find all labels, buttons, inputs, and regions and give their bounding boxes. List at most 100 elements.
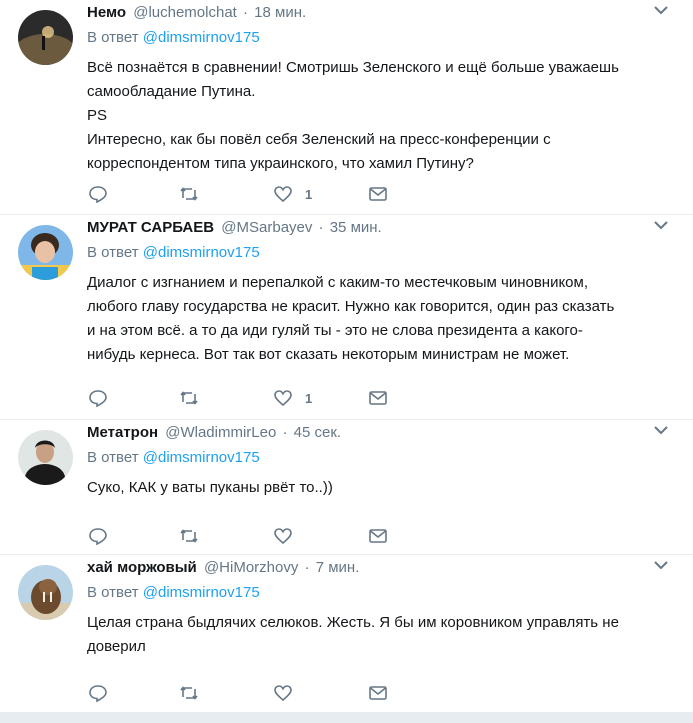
like-button[interactable] [273, 682, 305, 704]
like-button[interactable]: 1 [273, 183, 312, 205]
reply-mention-link[interactable]: @dimsmirnov175 [143, 584, 260, 601]
separator-dot: · [243, 4, 248, 21]
reply-button[interactable] [88, 387, 108, 409]
reply-prefix: В ответ [87, 244, 139, 261]
reply-icon [89, 390, 107, 408]
timestamp[interactable]: 35 мин. [330, 219, 382, 236]
heart-icon [274, 528, 292, 545]
reply-button[interactable] [88, 183, 108, 205]
envelope-icon [369, 391, 387, 405]
tweet-text-line: Интересно, как бы повёл себя Зеленский н… [87, 131, 551, 148]
reply-context: В ответ @dimsmirnov175 [87, 583, 260, 603]
user-handle[interactable]: @MSarbayev [221, 219, 312, 236]
tweet-text-line: доверил [87, 638, 146, 655]
avatar[interactable] [18, 225, 73, 280]
reply-mention-link[interactable]: @dimsmirnov175 [143, 244, 260, 261]
like-count: 1 [305, 390, 313, 406]
tweet-header: МУРАТ САРБАЕВ @MSarbayev · 35 мин. [87, 218, 382, 238]
separator-dot: · [282, 424, 288, 441]
chevron-down-icon[interactable] [653, 424, 669, 436]
timeline-divider [0, 713, 693, 723]
reply-context: В ответ @dimsmirnov175 [87, 28, 260, 48]
avatar[interactable] [18, 565, 73, 620]
direct-message-button[interactable] [368, 525, 388, 547]
tweet-header: Немо @luchemolchat · 18 мин. [87, 3, 306, 23]
retweet-icon [180, 391, 198, 405]
reply-button[interactable] [88, 525, 108, 547]
avatar-image [18, 10, 73, 65]
tweet-header: хай моржовый @HiMorzhovy · 7 мин. [87, 558, 359, 578]
reply-button[interactable] [88, 682, 108, 704]
avatar-image [18, 430, 73, 485]
like-count: 1 [305, 186, 313, 202]
retweet-button[interactable] [179, 525, 199, 547]
retweet-button[interactable] [179, 183, 199, 205]
tweet-text: Всё познаётся в сравнении! Смотришь Зеле… [87, 56, 677, 176]
direct-message-button[interactable] [368, 183, 388, 205]
tweet-text-line: PS [87, 107, 108, 124]
chevron-down-icon[interactable] [653, 559, 669, 571]
user-name[interactable]: Метатрон [87, 424, 158, 441]
tweet[interactable]: хай моржовый @HiMorzhovy · 7 мин. В отве… [0, 555, 693, 713]
avatar-image [18, 225, 73, 280]
tweet-text-line: любого главу государства не красит. Нужн… [87, 298, 615, 315]
tweet-text: Суко, КАК у ваты пуканы рвёт то..)) [87, 476, 677, 500]
timestamp[interactable]: 45 сек. [294, 424, 341, 441]
tweet-actions [87, 682, 407, 704]
retweet-button[interactable] [179, 682, 199, 704]
tweet[interactable]: Метатрон @WladimmirLeo · 45 сек. В ответ… [0, 420, 693, 555]
tweet-text-line: и на этом всё. а то да иди гуляй ты - эт… [87, 322, 583, 339]
reply-icon [89, 186, 107, 204]
retweet-icon [180, 187, 198, 201]
tweet-text-line: Суко, КАК у ваты пуканы рвёт то..)) [87, 479, 333, 496]
tweet[interactable]: Немо @luchemolchat · 18 мин. В ответ @di… [0, 0, 693, 215]
heart-icon [274, 685, 292, 702]
reply-icon [89, 685, 107, 703]
reply-mention-link[interactable]: @dimsmirnov175 [143, 29, 260, 46]
user-handle[interactable]: @luchemolchat [133, 4, 237, 21]
tweet-actions: 1 [87, 183, 407, 205]
user-handle[interactable]: @WladimmirLeo [165, 424, 276, 441]
timestamp[interactable]: 7 мин. [316, 559, 360, 576]
tweet[interactable]: МУРАТ САРБАЕВ @MSarbayev · 35 мин. В отв… [0, 215, 693, 420]
user-handle[interactable]: @HiMorzhovy [204, 559, 298, 576]
avatar[interactable] [18, 430, 73, 485]
separator-dot: · [318, 219, 324, 236]
tweet-actions [87, 525, 407, 547]
direct-message-button[interactable] [368, 387, 388, 409]
reply-icon [89, 528, 107, 546]
envelope-icon [369, 187, 387, 201]
tweet-text: Целая страна быдлячих селюков. Жесть. Я … [87, 611, 677, 659]
reply-context: В ответ @dimsmirnov175 [87, 448, 260, 468]
retweet-icon [180, 529, 198, 543]
retweet-button[interactable] [179, 387, 199, 409]
tweet-actions: 1 [87, 387, 407, 409]
user-name[interactable]: хай моржовый [87, 559, 197, 576]
separator-dot: · [304, 559, 310, 576]
reply-prefix: В ответ [87, 584, 139, 601]
like-button[interactable]: 1 [273, 387, 312, 409]
heart-icon [274, 186, 292, 203]
tweet-text-line: Диалог с изгнанием и перепалкой с каким-… [87, 274, 589, 291]
envelope-icon [369, 529, 387, 543]
like-button[interactable] [273, 525, 305, 547]
user-name[interactable]: Немо [87, 4, 126, 21]
reply-context: В ответ @dimsmirnov175 [87, 243, 260, 263]
avatar[interactable] [18, 10, 73, 65]
chevron-down-icon[interactable] [653, 4, 669, 16]
avatar-image [18, 565, 73, 620]
reply-prefix: В ответ [87, 449, 139, 466]
timestamp[interactable]: 18 мин. [254, 4, 306, 21]
retweet-icon [180, 686, 198, 700]
tweet-text-line: самообладание Путина. [87, 83, 256, 100]
chevron-down-icon[interactable] [653, 219, 669, 231]
reply-prefix: В ответ [87, 29, 139, 46]
tweet-text: Диалог с изгнанием и перепалкой с каким-… [87, 271, 677, 367]
tweet-text-line: Целая страна быдлячих селюков. Жесть. Я … [87, 614, 619, 631]
reply-mention-link[interactable]: @dimsmirnov175 [143, 449, 260, 466]
user-name[interactable]: МУРАТ САРБАЕВ [87, 219, 214, 236]
heart-icon [274, 390, 292, 407]
tweet-text-line: нибудь кернеса. Вот так вот сказать неко… [87, 346, 570, 363]
direct-message-button[interactable] [368, 682, 388, 704]
tweet-header: Метатрон @WladimmirLeo · 45 сек. [87, 423, 341, 443]
